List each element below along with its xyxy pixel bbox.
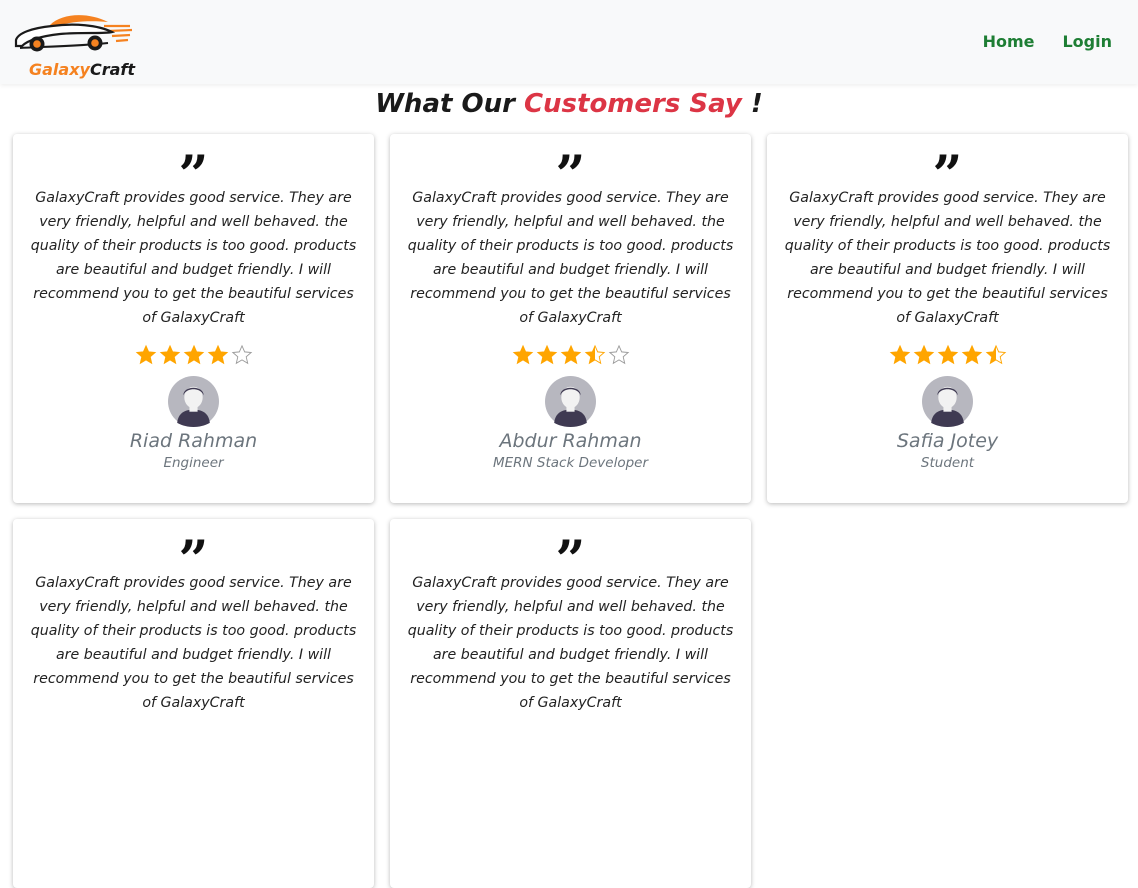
testimonial-card: ” GalaxyCraft provides good service. The… (390, 134, 751, 503)
testimonial-text: GalaxyCraft provides good service. They … (30, 190, 357, 326)
quote-icon: ” (178, 530, 209, 591)
person-role: MERN Stack Developer (492, 455, 649, 471)
testimonial-card: ” GalaxyCraft provides good service. The… (767, 134, 1128, 503)
testimonial-grid: ” GalaxyCraft provides good service. The… (13, 134, 1129, 888)
testimonial-text: GalaxyCraft provides good service. They … (30, 575, 357, 711)
brand-name-part1: Galaxy (29, 60, 90, 79)
nav-link-login[interactable]: Login (1062, 32, 1112, 52)
quote-icon: ” (555, 145, 586, 206)
star-full-icon (135, 344, 156, 365)
star-full-icon (207, 344, 228, 365)
testimonial-card: ” GalaxyCraft provides good service. The… (390, 519, 751, 888)
star-rating (767, 344, 1128, 370)
star-full-icon (913, 344, 934, 365)
page-title: What Our Customers Say ! (0, 88, 1138, 120)
testimonial-card: ” GalaxyCraft provides good service. The… (13, 134, 374, 503)
star-rating (390, 344, 751, 370)
brand-logo[interactable]: GalaxyCraft (12, 10, 135, 79)
testimonial-text: GalaxyCraft provides good service. They … (407, 190, 734, 326)
nav-links: Home Login (983, 32, 1112, 52)
star-empty-icon (608, 344, 629, 365)
person-name: Riad Rahman (129, 430, 258, 452)
testimonial-text: GalaxyCraft provides good service. They … (784, 190, 1111, 326)
avatar-icon (168, 376, 219, 427)
avatar-icon (545, 376, 596, 427)
star-full-icon (183, 344, 204, 365)
page-title-part3: ! (741, 89, 763, 119)
page-title-part1: What Our (375, 89, 524, 119)
star-half-icon (584, 344, 605, 365)
person-role: Student (920, 455, 975, 471)
star-full-icon (159, 344, 180, 365)
star-full-icon (560, 344, 581, 365)
page-title-accent: Customers Say (523, 89, 742, 119)
star-empty-icon (231, 344, 252, 365)
nav-link-home[interactable]: Home (983, 32, 1035, 52)
person-role: Engineer (163, 455, 224, 471)
person-name: Safia Jotey (896, 430, 999, 452)
star-rating (13, 344, 374, 370)
quote-icon: ” (555, 530, 586, 591)
person-name: Abdur Rahman (499, 430, 642, 452)
brand-name: GalaxyCraft (29, 60, 135, 80)
star-full-icon (889, 344, 910, 365)
star-full-icon (937, 344, 958, 365)
star-full-icon (536, 344, 557, 365)
car-logo-icon (14, 15, 133, 52)
navbar: GalaxyCraft Home Login (0, 0, 1138, 84)
star-half-icon (985, 344, 1006, 365)
star-full-icon (961, 344, 982, 365)
avatar-icon (922, 376, 973, 427)
brand-name-part2: Craft (89, 60, 136, 79)
testimonial-text: GalaxyCraft provides good service. They … (407, 575, 734, 711)
star-full-icon (512, 344, 533, 365)
testimonial-card: ” GalaxyCraft provides good service. The… (13, 519, 374, 888)
quote-icon: ” (178, 145, 209, 206)
quote-icon: ” (932, 145, 963, 206)
